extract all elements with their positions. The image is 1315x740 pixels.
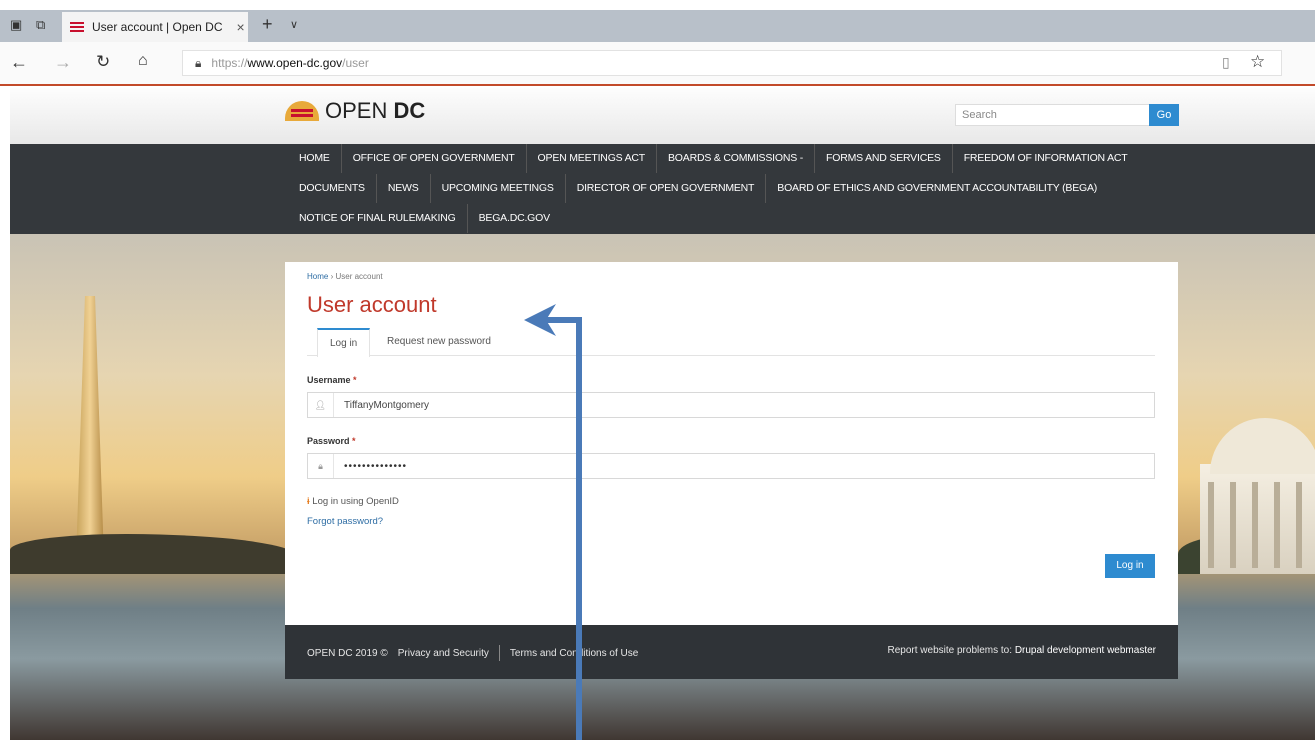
search-go-button[interactable]: Go [1149,104,1179,126]
footer-divider [498,645,500,661]
forgot-password-link[interactable]: Forgot password? [307,516,383,527]
nav-item-notice-final-rulemaking[interactable]: NOTICE OF FINAL RULEMAKING [288,204,468,233]
tab-request-new-password[interactable]: Request new password [375,328,503,356]
trees-image [10,534,300,574]
forward-icon[interactable]: → [54,52,72,73]
breadcrumb-home-link[interactable]: Home [307,272,328,281]
breadcrumb-current: User account [335,272,383,281]
memorial-column [1274,482,1280,568]
password-label: Password * [307,436,356,446]
lock-icon: 🔒︎ [195,55,202,70]
site-header: OPEN DC Search Go [10,88,1315,144]
url-path: /user [342,56,369,70]
nav-item-open-meetings-act[interactable]: OPEN MEETINGS ACT [527,144,657,173]
home-icon[interactable]: ⌂ [138,52,148,70]
memorial-column [1252,482,1258,568]
search-input[interactable]: Search [955,104,1150,126]
footer-copyright: OPEN DC 2019 © [307,647,388,659]
nav-row-3: NOTICE OF FINAL RULEMAKING BEGA.DC.GOV [288,204,561,233]
url-field[interactable]: 🔒︎ https:// www.open-dc.gov /user [182,50,1282,76]
log-in-button[interactable]: Log in [1105,554,1155,578]
nav-item-director[interactable]: DIRECTOR OF OPEN GOVERNMENT [566,174,767,203]
site-footer: OPEN DC 2019 © Privacy and Security Term… [285,625,1178,679]
address-bar-row: ← → ↻ ⌂ 🔒︎ https:// www.open-dc.gov /use… [0,42,1315,86]
openid-link-label: Log in using OpenID [312,496,399,507]
nav-item-upcoming-meetings[interactable]: UPCOMING MEETINGS [431,174,566,203]
login-card: Home › User account User account Log in … [285,262,1178,625]
nav-item-documents[interactable]: DOCUMENTS [288,174,377,203]
username-field[interactable]: 👤︎ TiffanyMontgomery [307,392,1155,418]
required-marker: * [353,375,357,385]
nav-item-forms-and-services[interactable]: FORMS AND SERVICES [815,144,953,173]
webmaster-link[interactable]: Drupal development webmaster [1015,645,1156,656]
dome-logo-icon [285,101,319,121]
nav-row-2: DOCUMENTS NEWS UPCOMING MEETINGS DIRECTO… [288,174,1108,203]
openid-icon: ɨ [307,496,310,507]
nav-item-home[interactable]: HOME [288,144,342,173]
terms-link[interactable]: Terms and Conditions of Use [510,648,638,659]
page-title: User account [307,292,437,317]
tab-dropdown-icon[interactable]: ∨ [290,18,298,31]
back-icon[interactable]: ← [10,52,28,73]
breadcrumb: Home › User account [307,272,383,281]
username-label: Username * [307,375,357,385]
nav-item-news[interactable]: NEWS [377,174,431,203]
nav-item-boards-commissions[interactable]: BOARDS & COMMISSIONS - [657,144,816,173]
nav-item-foia[interactable]: FREEDOM OF INFORMATION ACT [953,144,1139,173]
browser-tab-bar: ▣ ⧉ User account | Open DC × + ∨ [0,0,1315,42]
memorial-column [1230,482,1236,568]
url-protocol: https:// [211,56,248,70]
breadcrumb-separator: › [330,272,334,281]
favorite-star-icon[interactable]: ☆ [1250,52,1265,72]
account-tabs: Log in Request new password [307,328,1155,357]
nav-item-bega-dc-gov[interactable]: BEGA.DC.GOV [468,204,561,233]
logo-text: OPEN DC [325,98,426,123]
footer-left: OPEN DC 2019 © Privacy and Security Term… [307,645,638,661]
tab-preview-icon[interactable]: ▣ [10,17,22,33]
report-prefix: Report website problems to: [887,645,1013,656]
open-dc-logo[interactable]: OPEN DC [285,98,425,124]
required-marker: * [352,436,356,446]
jefferson-memorial-image [1200,418,1315,574]
close-tab-icon[interactable]: × [237,19,245,35]
username-value: TiffanyMontgomery [344,399,430,411]
memorial-column [1296,482,1302,568]
new-tab-icon[interactable]: + [262,14,273,35]
tab-title: User account | Open DC [92,20,223,34]
memorial-dome [1210,418,1315,474]
nav-item-bega[interactable]: BOARD OF ETHICS AND GOVERNMENT ACCOUNTAB… [766,174,1108,203]
refresh-icon[interactable]: ↻ [96,52,110,72]
openid-login-link[interactable]: ɨ Log in using OpenID [307,496,399,507]
privacy-link[interactable]: Privacy and Security [398,648,489,659]
tab-log-in[interactable]: Log in [317,328,371,357]
set-aside-tabs-icon[interactable]: ⧉ [36,17,45,33]
main-navigation: HOME OFFICE OF OPEN GOVERNMENT OPEN MEET… [10,144,1315,234]
password-value: •••••••••••••• [344,460,408,472]
password-lock-icon: 🔒︎ [308,454,334,478]
nav-item-office-of-open-government[interactable]: OFFICE OF OPEN GOVERNMENT [342,144,527,173]
browser-tab[interactable]: User account | Open DC × [62,12,248,42]
washington-monument-image [76,296,104,560]
footer-report: Report website problems to: Drupal devel… [888,645,1156,656]
nav-row-1: HOME OFFICE OF OPEN GOVERNMENT OPEN MEET… [288,144,1138,173]
reading-view-icon[interactable]: ▯ [1222,54,1230,71]
memorial-column [1208,482,1214,568]
password-field[interactable]: 🔒︎ •••••••••••••• [307,453,1155,479]
dc-flag-icon [70,22,84,32]
url-host: www.open-dc.gov [247,56,343,70]
user-icon: 👤︎ [308,393,334,417]
